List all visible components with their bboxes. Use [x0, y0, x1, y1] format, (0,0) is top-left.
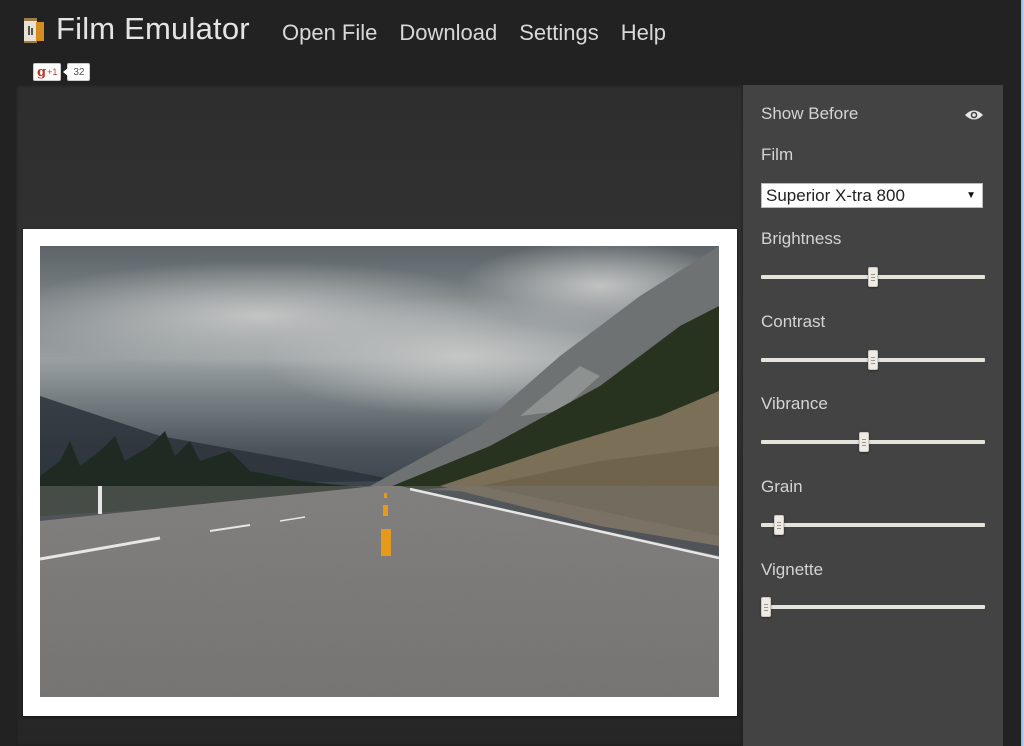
brightness-slider[interactable]: [761, 267, 985, 287]
google-plus-widget: g +1 32: [33, 63, 91, 81]
slider-track[interactable]: [761, 440, 985, 444]
film-label: Film: [761, 145, 794, 164]
grain-label: Grain: [761, 477, 803, 496]
google-plus-label: +1: [47, 67, 58, 77]
google-plus-button[interactable]: g +1: [33, 63, 62, 81]
contrast-label: Contrast: [761, 312, 826, 331]
vignette-slider[interactable]: [761, 597, 985, 617]
grain-slider[interactable]: [761, 515, 985, 535]
slider-handle[interactable]: [868, 267, 878, 287]
film-select-value: Superior X-tra 800: [766, 186, 905, 205]
vignette-label: Vignette: [761, 560, 824, 579]
slider-track[interactable]: [761, 523, 985, 527]
center-line: [381, 529, 391, 556]
photo-frame: [23, 229, 737, 716]
slider-handle[interactable]: [868, 350, 878, 370]
slider-handle[interactable]: [773, 515, 784, 535]
slider-handle[interactable]: [761, 597, 771, 617]
slider-handle[interactable]: [859, 432, 870, 452]
vibrance-slider[interactable]: [761, 432, 985, 452]
chevron-down-icon: ▼: [966, 190, 976, 201]
brightness-label: Brightness: [761, 229, 842, 248]
preview-photo[interactable]: [40, 246, 719, 697]
google-plus-count: 32: [63, 63, 91, 81]
film-select[interactable]: Superior X-tra 800 ▼: [761, 183, 983, 208]
nav-settings[interactable]: Settings: [519, 20, 599, 46]
film-canister-icon: [24, 18, 44, 43]
show-before-label[interactable]: Show Before: [761, 104, 858, 124]
controls-sidebar: Show Before Film Superior X-tra 800 ▼ Br…: [743, 85, 1003, 746]
vibrance-label: Vibrance: [761, 394, 828, 413]
preview-area: [16, 85, 743, 746]
landscape-photo: [40, 246, 719, 697]
contrast-slider[interactable]: [761, 350, 985, 370]
app-title: Film Emulator: [56, 11, 250, 46]
nav-help[interactable]: Help: [621, 20, 666, 46]
nav-download[interactable]: Download: [399, 20, 497, 46]
nav-open-file[interactable]: Open File: [282, 20, 377, 46]
eye-icon[interactable]: [964, 109, 984, 121]
main-nav: Open File Download Settings Help: [282, 20, 666, 46]
slider-track[interactable]: [761, 605, 985, 609]
google-plus-icon: g: [37, 64, 47, 80]
